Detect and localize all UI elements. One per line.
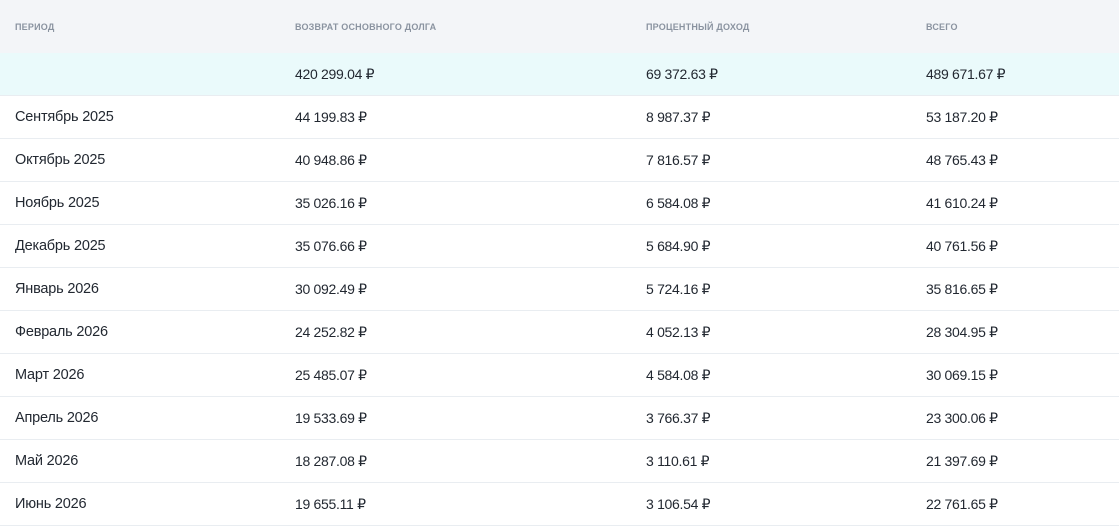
row-period: Январь 2026 [15,281,99,297]
table-row: Апрель 2026 19 533.69 ₽ 3 766.37 ₽ 23 30… [0,397,1119,440]
payment-schedule-table: ПЕРИОД ВОЗВРАТ ОСНОВНОГО ДОЛГА ПРОЦЕНТНЫ… [0,0,1119,526]
row-interest: 3 106.54 ₽ [646,495,711,512]
table-row: Февраль 2026 24 252.82 ₽ 4 052.13 ₽ 28 3… [0,311,1119,354]
row-principal: 30 092.49 ₽ [295,280,367,297]
row-period: Сентябрь 2025 [15,109,114,125]
row-interest: 4 052.13 ₽ [646,323,711,340]
row-principal: 24 252.82 ₽ [295,323,367,340]
summary-row: 420 299.04 ₽ 69 372.63 ₽ 489 671.67 ₽ [0,53,1119,96]
row-period: Апрель 2026 [15,410,99,426]
row-interest: 3 766.37 ₽ [646,409,711,426]
row-principal: 44 199.83 ₽ [295,108,367,125]
row-interest: 5 684.90 ₽ [646,237,711,254]
column-header-period[interactable]: ПЕРИОД [0,22,280,32]
row-principal: 19 533.69 ₽ [295,409,367,426]
table-header: ПЕРИОД ВОЗВРАТ ОСНОВНОГО ДОЛГА ПРОЦЕНТНЫ… [0,0,1119,53]
table-row: Январь 2026 30 092.49 ₽ 5 724.16 ₽ 35 81… [0,268,1119,311]
row-interest: 4 584.08 ₽ [646,366,711,383]
row-total: 48 765.43 ₽ [926,151,998,168]
row-interest: 7 816.57 ₽ [646,151,711,168]
row-interest: 5 724.16 ₽ [646,280,711,297]
row-period: Февраль 2026 [15,324,108,340]
row-total: 53 187.20 ₽ [926,108,998,125]
row-period: Июнь 2026 [15,496,87,512]
row-total: 30 069.15 ₽ [926,366,998,383]
row-principal: 19 655.11 ₽ [295,495,366,512]
row-total: 40 761.56 ₽ [926,237,998,254]
table-row: Декабрь 2025 35 076.66 ₽ 5 684.90 ₽ 40 7… [0,225,1119,268]
row-total: 28 304.95 ₽ [926,323,998,340]
row-principal: 35 076.66 ₽ [295,237,367,254]
row-period: Ноябрь 2025 [15,195,100,211]
row-principal: 18 287.08 ₽ [295,452,367,469]
row-interest: 6 584.08 ₽ [646,194,711,211]
row-period: Декабрь 2025 [15,238,106,254]
row-period: Май 2026 [15,453,79,469]
row-total: 23 300.06 ₽ [926,409,998,426]
row-interest: 8 987.37 ₽ [646,108,711,125]
table-row: Ноябрь 2025 35 026.16 ₽ 6 584.08 ₽ 41 61… [0,182,1119,225]
table-row: Сентябрь 2025 44 199.83 ₽ 8 987.37 ₽ 53 … [0,96,1119,139]
summary-total: 489 671.67 ₽ [926,65,1006,82]
table-row: Июнь 2026 19 655.11 ₽ 3 106.54 ₽ 22 761.… [0,483,1119,526]
table-row: Май 2026 18 287.08 ₽ 3 110.61 ₽ 21 397.6… [0,440,1119,483]
row-total: 35 816.65 ₽ [926,280,998,297]
column-header-principal[interactable]: ВОЗВРАТ ОСНОВНОГО ДОЛГА [280,22,631,32]
summary-principal: 420 299.04 ₽ [295,65,375,82]
row-principal: 35 026.16 ₽ [295,194,367,211]
row-principal: 40 948.86 ₽ [295,151,367,168]
column-header-interest[interactable]: ПРОЦЕНТНЫЙ ДОХОД [631,22,911,32]
row-period: Март 2026 [15,367,85,383]
row-total: 41 610.24 ₽ [926,194,998,211]
row-period: Октябрь 2025 [15,152,106,168]
table-row: Октябрь 2025 40 948.86 ₽ 7 816.57 ₽ 48 7… [0,139,1119,182]
row-total: 22 761.65 ₽ [926,495,998,512]
row-principal: 25 485.07 ₽ [295,366,367,383]
row-interest: 3 110.61 ₽ [646,452,710,469]
row-total: 21 397.69 ₽ [926,452,998,469]
table-row: Март 2026 25 485.07 ₽ 4 584.08 ₽ 30 069.… [0,354,1119,397]
column-header-total[interactable]: ВСЕГО [911,22,1119,32]
summary-interest: 69 372.63 ₽ [646,65,718,82]
